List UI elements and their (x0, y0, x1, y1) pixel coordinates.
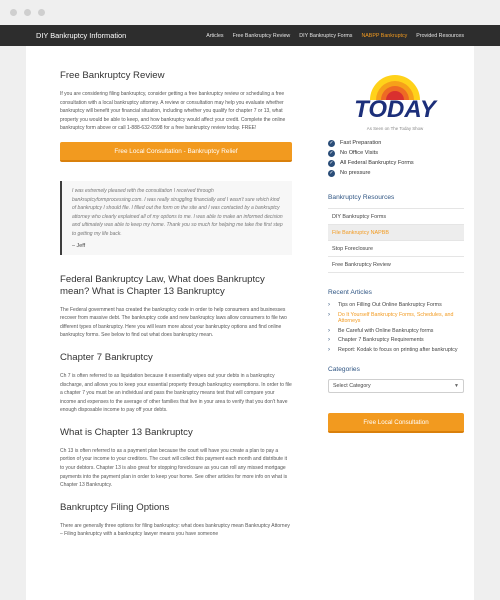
nav-item-nabpp[interactable]: NABPP Bankruptcy (361, 33, 407, 39)
section-body: Ch 13 is often referred to as a payment … (60, 447, 288, 489)
category-select[interactable]: Select Category ▼ (328, 378, 464, 393)
categories-heading: Categories (328, 365, 360, 373)
page-content: Free Bankruptcy Review If you are consid… (26, 46, 474, 600)
check-icon: ✓ (328, 139, 335, 147)
window-dot-icon (24, 9, 31, 16)
resource-link[interactable]: DIY Bankruptcy Forms (328, 209, 464, 225)
check-icon: ✓ (328, 149, 335, 157)
page-title: Free Bankruptcy Review (60, 70, 165, 81)
today-logo-text: TODAY (354, 96, 438, 120)
nav-menu: Articles Free Bankruptcy Review DIY Bank… (197, 25, 464, 46)
nav-item-free-review[interactable]: Free Bankruptcy Review (233, 33, 291, 39)
today-sunburst-icon: TODAY (354, 75, 438, 123)
nav-item-articles[interactable]: Articles (206, 33, 223, 39)
testimonial-author: – Jeff (72, 242, 86, 249)
chevron-right-icon: › (328, 311, 330, 318)
resources-list: DIY Bankruptcy Forms File Bankruptcy NAP… (328, 208, 464, 273)
logo-caption: As Seen on The Today Show (366, 126, 424, 131)
recent-article-link[interactable]: › Tips on Filling Out Online Bankruptcy F… (328, 302, 464, 309)
chevron-down-icon: ▼ (454, 382, 459, 389)
check-icon: ✓ (328, 159, 335, 167)
resource-link[interactable]: Stop Foreclosure (328, 241, 464, 257)
top-navigation: DIY Bankruptcy Information Articles Free… (0, 25, 500, 46)
feature-item: ✓ No pressure (328, 169, 371, 177)
feature-list: ✓ Fast Preparation ✓ No Office Visits ✓ All… (328, 138, 464, 178)
section-heading: Chapter 7 Bankruptcy (60, 351, 153, 363)
window-dot-icon (38, 9, 45, 16)
chevron-right-icon: › (328, 346, 330, 353)
resources-heading: Bankruptcy Resources (328, 194, 395, 201)
resource-link[interactable]: Free Bankruptcy Review (328, 257, 464, 273)
intro-paragraph: If you are considering filing bankruptcy… (60, 91, 286, 132)
recent-article-link[interactable]: › Chapter 7 Bankruptcy Requirements (328, 337, 464, 344)
main-column: Free Bankruptcy Review If you are consid… (60, 70, 292, 539)
testimonial-quote: I was extremely pleased with the consult… (60, 180, 292, 255)
feature-item: ✓ All Federal Bankruptcy Forms (328, 159, 414, 167)
nav-item-diy-forms[interactable]: DIY Bankruptcy Forms (299, 33, 352, 39)
window-dot-icon (10, 9, 17, 16)
check-icon: ✓ (328, 169, 335, 177)
browser-chrome (0, 0, 500, 25)
section-heading: What is Chapter 13 Bankruptcy (60, 426, 193, 438)
recent-articles-heading: Recent Articles (328, 289, 372, 296)
section-heading: Federal Bankruptcy Law, What does Bankru… (60, 273, 265, 297)
testimonial-text: I was extremely pleased with the consult… (72, 187, 283, 237)
section-body: There are generally three options for fi… (60, 522, 290, 538)
site-brand[interactable]: DIY Bankruptcy Information (36, 25, 126, 46)
feature-item: ✓ No Office Visits (328, 149, 379, 157)
section-body: Ch 7 is often referred to as liquidation… (60, 372, 292, 414)
resource-link[interactable]: File Bankruptcy NAPBB (328, 225, 464, 241)
sidebar-consultation-button[interactable]: Free Local Consultation (328, 412, 464, 433)
nav-item-resources[interactable]: Provided Resources (416, 33, 464, 39)
free-consultation-button[interactable]: Free Local Consultation - Bankruptcy Rel… (60, 141, 292, 162)
chevron-right-icon: › (328, 302, 330, 308)
sidebar: TODAY As Seen on The Today Show ✓ Fast Pr… (328, 70, 464, 433)
chevron-right-icon: › (328, 337, 330, 344)
recent-article-link[interactable]: › Report: Kodak to focus on printing afte… (328, 347, 464, 354)
feature-item: ✓ Fast Preparation (328, 139, 382, 147)
section-body: The Federal government has created the b… (60, 306, 287, 339)
category-select-value: Select Category (333, 382, 371, 389)
recent-article-link[interactable]: › Do It Yourself Bankruptcy Forms, Schedu… (328, 312, 464, 325)
section-heading: Bankruptcy Filing Options (60, 501, 170, 513)
recent-article-link[interactable]: › Be Careful with Online Bankruptcy forms (328, 328, 464, 335)
chevron-right-icon: › (328, 327, 330, 334)
recent-articles-list: › Tips on Filling Out Online Bankruptcy F… (328, 302, 464, 354)
today-show-logo: TODAY As Seen on The Today Show (350, 70, 440, 131)
